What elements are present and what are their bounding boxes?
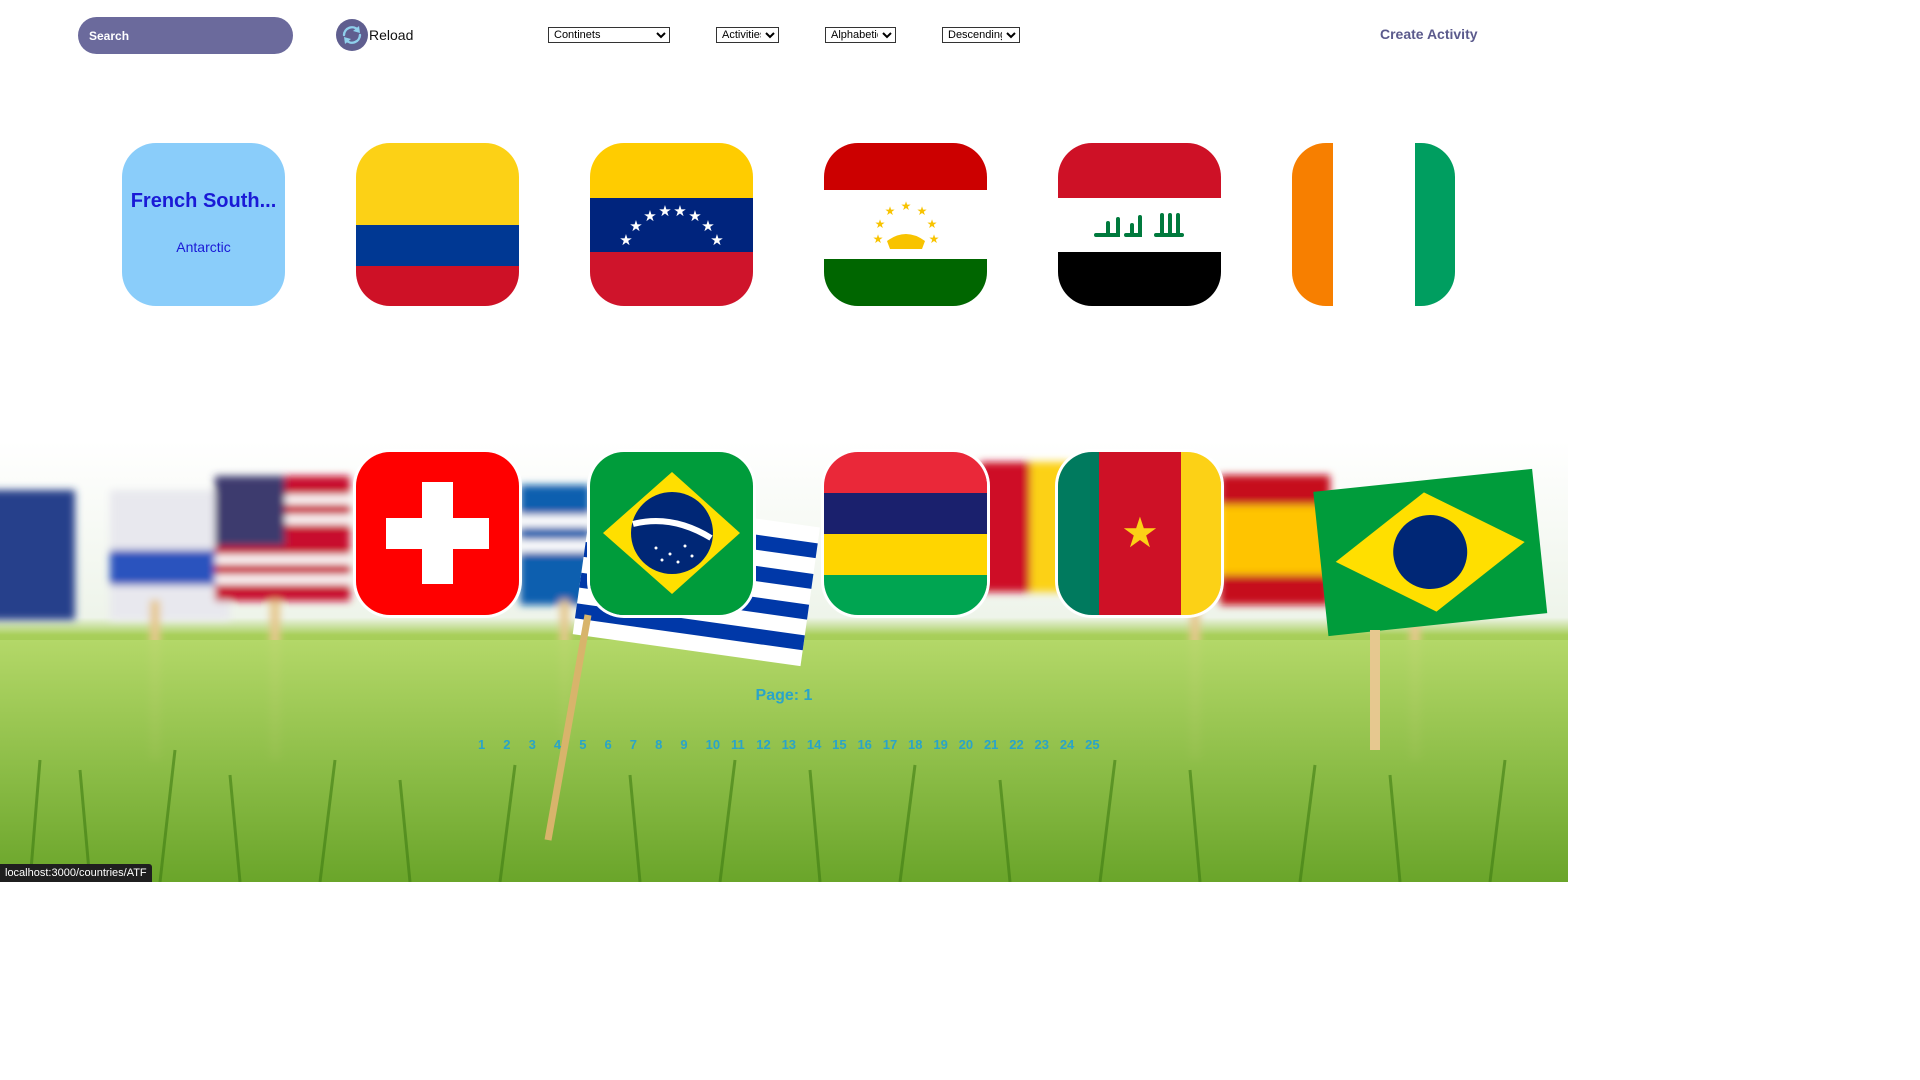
page-link[interactable]: 22: [1009, 737, 1034, 752]
switzerland-flag-icon: [356, 452, 519, 615]
brazil-flag-icon: [590, 452, 753, 615]
page-link[interactable]: 16: [857, 737, 882, 752]
page-link[interactable]: 13: [782, 737, 807, 752]
svg-text:★: ★: [673, 202, 686, 220]
country-card-venezuela[interactable]: ★ ★ ★ ★ ★ ★ ★ ★: [590, 143, 753, 306]
svg-text:★: ★: [901, 199, 912, 213]
country-card-brazil[interactable]: [590, 452, 753, 615]
svg-text:★: ★: [643, 207, 656, 225]
current-page-label: Page: 1: [0, 687, 1568, 705]
mauritius-flag-icon: [824, 452, 987, 615]
page-link[interactable]: 11: [731, 737, 756, 752]
svg-text:★: ★: [658, 202, 671, 220]
page-link[interactable]: 5: [579, 737, 604, 752]
browser-status-url: localhost:3000/countries/ATF: [0, 864, 152, 882]
page-link[interactable]: 19: [933, 737, 958, 752]
page-link[interactable]: 18: [908, 737, 933, 752]
create-activity-link[interactable]: Create Activity: [1380, 26, 1478, 42]
page-link[interactable]: 9: [680, 737, 705, 752]
page-link[interactable]: 23: [1035, 737, 1060, 752]
svg-text:★: ★: [917, 204, 928, 218]
country-continent: Antarctic: [176, 239, 231, 255]
page-link[interactable]: 10: [706, 737, 731, 752]
svg-text:★: ★: [875, 217, 886, 231]
svg-text:★: ★: [927, 217, 938, 231]
svg-text:★: ★: [873, 232, 884, 246]
tajikistan-flag-icon: ★★★ ★ ★★★: [824, 143, 987, 306]
reload-label: Reload: [369, 27, 414, 43]
search-input[interactable]: [78, 17, 293, 54]
country-card-tajikistan[interactable]: ★ ★ ★ ★ ★ ★ ★: [824, 143, 987, 306]
country-card-iraq[interactable]: [1058, 143, 1221, 306]
pagination: 1 2 3 4 5 6 7 8 9 10 11 12 13 14 15 16 1…: [478, 737, 1110, 752]
ivory-coast-flag-icon: [1292, 143, 1455, 306]
colombia-flag-icon: [356, 143, 519, 306]
continent-filter[interactable]: Continets: [548, 27, 670, 43]
country-card[interactable]: French South... Antarctic: [122, 143, 285, 306]
page-link[interactable]: 12: [756, 737, 781, 752]
page-link[interactable]: 2: [503, 737, 528, 752]
order-direction-select[interactable]: Descending: [942, 27, 1020, 43]
page-link[interactable]: 21: [984, 737, 1009, 752]
page-link[interactable]: 25: [1085, 737, 1110, 752]
page-link[interactable]: 24: [1060, 737, 1085, 752]
svg-text:★: ★: [1121, 508, 1159, 557]
country-name: French South...: [130, 190, 277, 212]
page-link[interactable]: 14: [807, 737, 832, 752]
country-card-switzerland[interactable]: [356, 452, 519, 615]
country-card-cameroon[interactable]: ★: [1058, 452, 1221, 615]
svg-text:★: ★: [929, 232, 940, 246]
page-link[interactable]: 15: [832, 737, 857, 752]
country-card-mauritius[interactable]: [824, 452, 987, 615]
activity-filter[interactable]: Activities: [716, 27, 779, 43]
iraq-flag-icon: [1058, 143, 1221, 306]
svg-text:★: ★: [688, 207, 701, 225]
cameroon-flag-icon: ★: [1058, 452, 1221, 615]
svg-text:★: ★: [710, 231, 723, 249]
reload-icon: [336, 19, 368, 51]
page-link[interactable]: 20: [959, 737, 984, 752]
svg-text:★: ★: [629, 217, 642, 235]
page-link[interactable]: 6: [604, 737, 629, 752]
page-link[interactable]: 3: [529, 737, 554, 752]
page-link[interactable]: 7: [630, 737, 655, 752]
page-label-text: Page: 1: [755, 687, 813, 704]
page-link[interactable]: 1: [478, 737, 503, 752]
page-link[interactable]: 17: [883, 737, 908, 752]
country-card-colombia[interactable]: [356, 143, 519, 306]
country-card-ivory-coast[interactable]: [1292, 143, 1455, 306]
venezuela-flag-icon: ★★★ ★ ★ ★ ★★: [590, 143, 753, 306]
svg-text:★: ★: [885, 204, 896, 218]
order-type-select[interactable]: Alphabetic: [825, 27, 896, 43]
reload-button[interactable]: Reload: [336, 18, 413, 52]
page-link[interactable]: 8: [655, 737, 680, 752]
page-link[interactable]: 4: [554, 737, 579, 752]
